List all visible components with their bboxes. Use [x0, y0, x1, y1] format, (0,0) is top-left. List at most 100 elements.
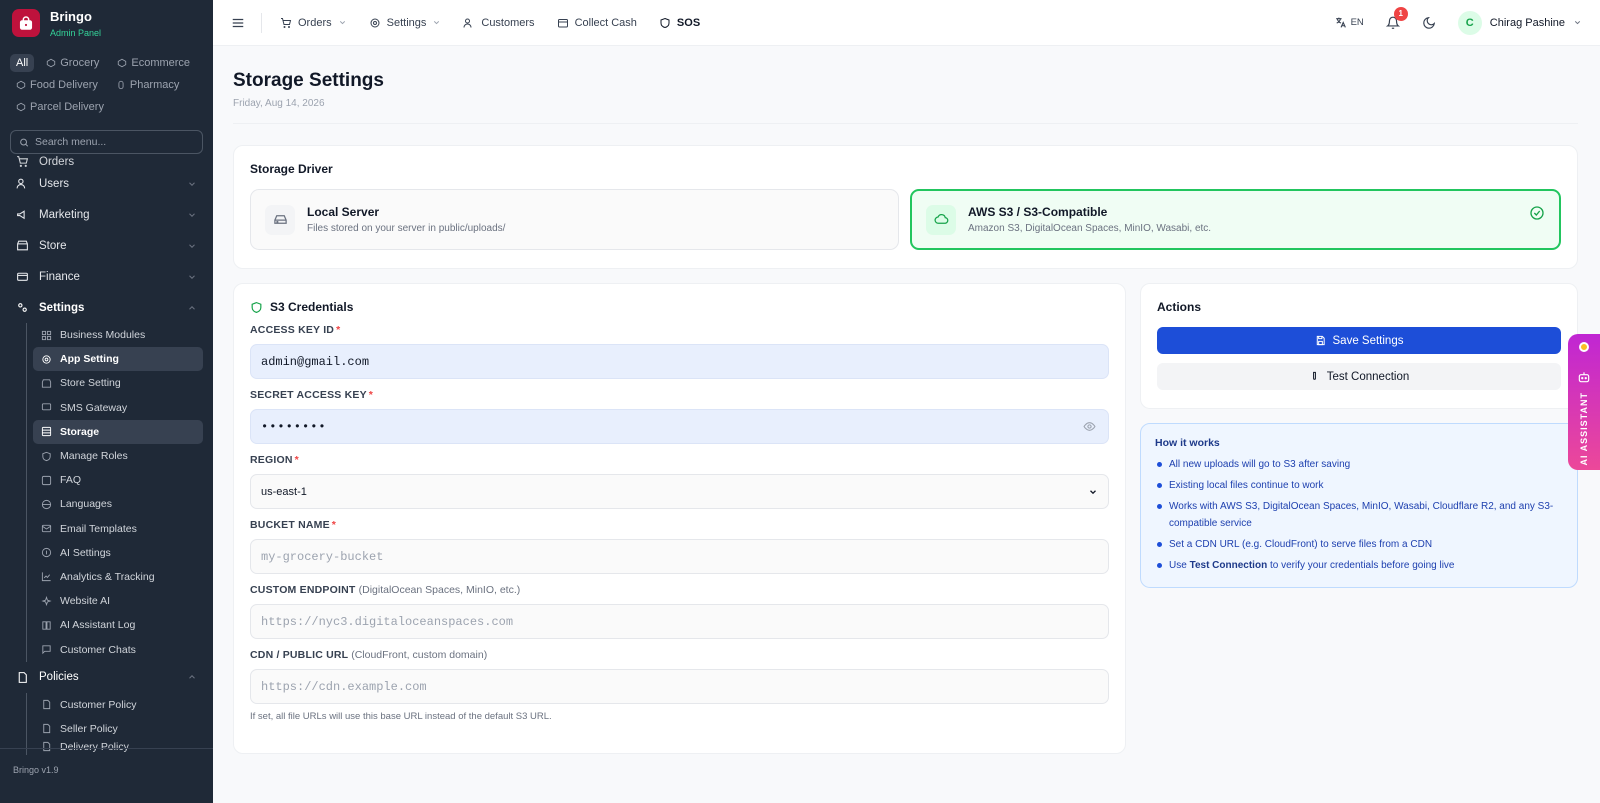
hamburger-menu-icon[interactable] — [231, 16, 245, 30]
s3-credentials-card: S3 Credentials ACCESS KEY ID* SECRET ACC… — [233, 283, 1126, 754]
chevron-down-icon — [1090, 489, 1096, 494]
bucket-label: BUCKET NAME * — [250, 519, 337, 531]
search-menu-input[interactable] — [35, 136, 194, 148]
nav-customers[interactable]: Customers — [463, 17, 535, 29]
test-connection-button[interactable]: Test Connection — [1157, 363, 1561, 390]
module-chip-food-delivery[interactable]: Food Delivery — [10, 76, 104, 94]
endpoint-label: CUSTOM ENDPOINT (DigitalOcean Spaces, Mi… — [250, 584, 521, 596]
list-item: All new uploads will go to S3 after savi… — [1155, 456, 1563, 473]
save-icon — [1316, 335, 1325, 346]
ai-assistant-tab[interactable]: AI ASSISTANT — [1568, 334, 1600, 470]
box-icon — [47, 58, 56, 68]
module-chip-parcel-delivery[interactable]: Parcel Delivery — [10, 98, 110, 116]
region-select[interactable]: us-east-1 — [250, 474, 1109, 509]
sidebar-item-ai-settings[interactable]: AI Settings — [33, 541, 203, 565]
nav-orders[interactable]: Orders — [280, 17, 347, 29]
language-switcher[interactable]: EN — [1334, 16, 1364, 29]
translate-icon — [1335, 17, 1346, 28]
gear-icon — [370, 18, 380, 27]
chevron-down-icon — [189, 181, 195, 186]
sidebar-item-email-templates[interactable]: Email Templates — [33, 517, 203, 541]
access-key-input[interactable] — [261, 354, 1098, 369]
shield-icon — [251, 301, 262, 313]
page-title: Storage Settings — [233, 70, 384, 91]
region-selected-value: us-east-1 — [261, 485, 307, 498]
actions-title: Actions — [1157, 300, 1202, 314]
page-date: Friday, Aug 14, 2026 — [233, 98, 325, 109]
chat-icon — [42, 645, 51, 655]
save-settings-button[interactable]: Save Settings — [1157, 327, 1561, 354]
sidebar-item-website-ai[interactable]: Website AI — [33, 589, 203, 613]
globe-icon — [41, 499, 52, 509]
chart-icon — [41, 572, 51, 582]
document-icon — [18, 671, 27, 683]
chevron-down-icon — [189, 274, 195, 279]
sidebar-item-marketing[interactable]: Marketing — [10, 199, 203, 230]
cdn-field-wrap — [250, 669, 1109, 704]
module-chip-all[interactable]: All — [10, 54, 35, 72]
notifications-button[interactable]: 1 — [1385, 6, 1408, 30]
document-icon — [43, 724, 51, 734]
sidebar-item-app-setting[interactable]: App Setting — [33, 347, 203, 372]
sidebar-item-customer-policy[interactable]: Customer Policy — [33, 693, 203, 717]
online-status-dot — [1579, 342, 1589, 352]
sidebar-item-faq[interactable]: FAQ — [33, 468, 203, 492]
hard-drive-icon — [265, 204, 295, 235]
brand[interactable]: Bringo Admin Panel — [0, 0, 213, 46]
user-menu[interactable]: C Chirag Pashine — [1457, 10, 1582, 35]
storage-driver-title: Storage Driver — [250, 162, 333, 176]
sidebar-item-store[interactable]: Store — [10, 230, 203, 261]
bucket-name-input[interactable] — [261, 549, 1098, 564]
chevron-up-icon — [189, 305, 195, 310]
how-it-works-list: All new uploads will go to S3 after savi… — [1155, 456, 1563, 574]
sidebar-item-store-setting[interactable]: Store Setting — [33, 371, 203, 395]
sidebar-item-business-modules[interactable]: Business Modules — [33, 323, 203, 347]
moon-icon[interactable] — [1422, 16, 1436, 30]
cart-icon — [281, 17, 292, 28]
nav-sos[interactable]: SOS — [659, 17, 700, 29]
store-icon — [17, 240, 28, 251]
module-chip-ecommerce[interactable]: Ecommerce — [111, 54, 196, 72]
sidebar-item-analytics-tracking[interactable]: Analytics & Tracking — [33, 565, 203, 589]
module-chip-grocery[interactable]: Grocery — [40, 54, 105, 72]
list-item: Use Test Connection to verify your crede… — [1155, 557, 1563, 574]
actions-card: Actions Save Settings Test Connection — [1140, 283, 1578, 409]
nav-settings[interactable]: Settings — [369, 17, 442, 29]
chevron-down-icon — [189, 243, 195, 248]
secret-key-input[interactable] — [261, 419, 1098, 434]
sidebar-item-sms-gateway[interactable]: SMS Gateway — [33, 396, 203, 420]
sparkle-icon — [41, 595, 52, 606]
cdn-help-text: If set, all file URLs will use this base… — [250, 711, 552, 722]
sidebar-item-customer-chats[interactable]: Customer Chats — [33, 637, 203, 661]
header-divider — [233, 123, 1578, 124]
sidebar-item-manage-roles[interactable]: Manage Roles — [33, 444, 203, 468]
module-chip-pharmacy[interactable]: Pharmacy — [110, 76, 186, 94]
box-icon — [16, 102, 26, 112]
notification-count-badge: 1 — [1393, 6, 1408, 21]
sidebar-item-storage[interactable]: Storage — [33, 419, 203, 444]
book-icon — [42, 621, 51, 630]
chevron-down-icon — [339, 21, 345, 25]
wallet-icon — [17, 272, 28, 281]
document-icon — [43, 700, 51, 710]
sidebar-item-orders[interactable]: Orders — [10, 148, 203, 168]
sidebar-item-finance[interactable]: Finance — [10, 261, 203, 292]
sidebar-item-settings[interactable]: Settings — [10, 292, 203, 323]
sidebar-item-languages[interactable]: Languages — [33, 492, 203, 516]
sidebar-item-seller-policy[interactable]: Seller Policy — [33, 717, 203, 741]
sidebar-item-policies[interactable]: Policies — [10, 662, 203, 693]
eye-icon[interactable] — [1083, 420, 1096, 433]
sidebar-item-ai-assistant-log[interactable]: AI Assistant Log — [33, 613, 203, 637]
cdn-url-input[interactable] — [261, 679, 1098, 694]
custom-endpoint-input[interactable] — [261, 614, 1098, 629]
nav-collect-cash[interactable]: Collect Cash — [557, 17, 637, 29]
region-label: REGION * — [250, 454, 299, 466]
document-icon — [43, 741, 51, 752]
driver-option-s3[interactable]: AWS S3 / S3-Compatible Amazon S3, Digita… — [910, 189, 1561, 250]
cloud-icon — [926, 204, 956, 235]
sidebar-item-users[interactable]: Users — [10, 168, 203, 199]
store-icon — [41, 379, 52, 388]
module-filter: All Grocery Ecommerce Food Delivery Phar… — [0, 46, 213, 116]
topbar: Orders Settings Customers Collect Cash S… — [213, 0, 1600, 46]
driver-option-local[interactable]: Local Server Files stored on your server… — [250, 189, 899, 250]
